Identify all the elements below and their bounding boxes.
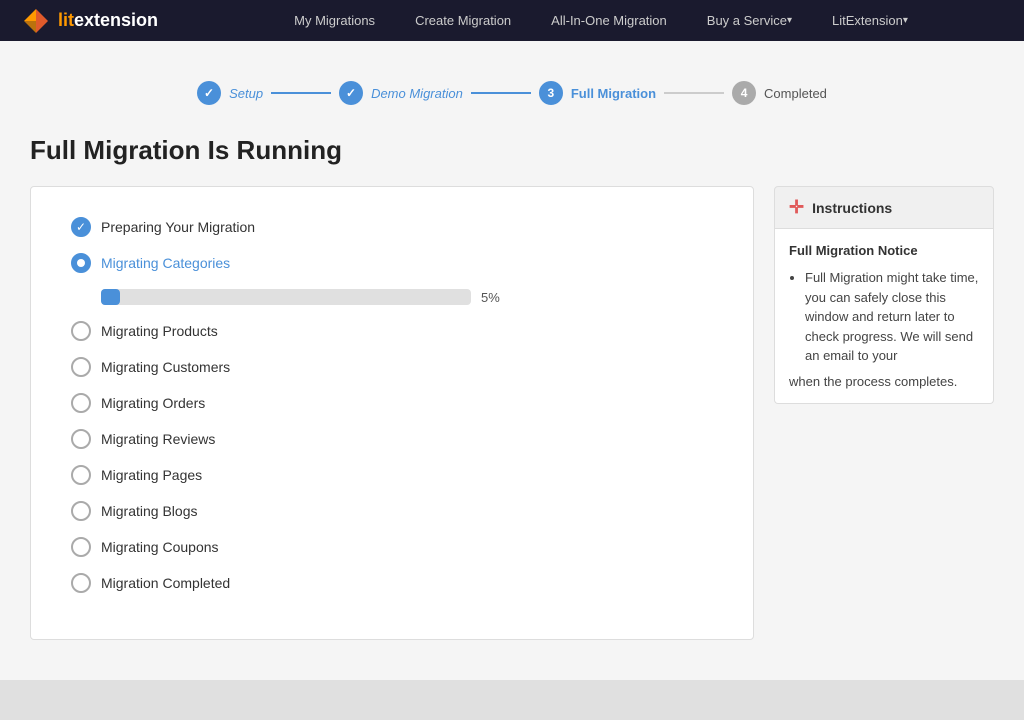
item-customers: Migrating Customers — [71, 357, 713, 377]
step-completed: 4 Completed — [732, 81, 827, 105]
radio-blogs — [71, 501, 91, 521]
connector-3 — [664, 92, 724, 94]
item-preparing: ✓ Preparing Your Migration — [71, 217, 713, 237]
label-orders: Migrating Orders — [101, 395, 205, 411]
step-label-demo: Demo Migration — [371, 86, 463, 101]
step-label-completed: Completed — [764, 86, 827, 101]
instructions-icon: ✛ — [789, 197, 804, 218]
item-categories: Migrating Categories — [71, 253, 713, 273]
step-circle-completed: 4 — [732, 81, 756, 105]
label-products: Migrating Products — [101, 323, 218, 339]
radio-migration-completed — [71, 573, 91, 593]
item-blogs: Migrating Blogs — [71, 501, 713, 521]
content-layout: ✓ Preparing Your Migration Migrating Cat… — [30, 186, 994, 640]
instructions-header: ✛ Instructions — [774, 186, 994, 229]
check-preparing: ✓ — [71, 217, 91, 237]
step-setup: ✓ Setup — [197, 81, 263, 105]
step-label-full: Full Migration — [571, 86, 656, 101]
label-blogs: Migrating Blogs — [101, 503, 198, 519]
step-circle-setup: ✓ — [197, 81, 221, 105]
migration-card: ✓ Preparing Your Migration Migrating Cat… — [30, 186, 754, 640]
navbar: litextension My Migrations Create Migrat… — [0, 0, 1024, 41]
radio-reviews — [71, 429, 91, 449]
nav-all-in-one[interactable]: All-In-One Migration — [531, 0, 687, 41]
radio-customers — [71, 357, 91, 377]
step-label-setup: Setup — [229, 86, 263, 101]
label-reviews: Migrating Reviews — [101, 431, 215, 447]
label-pages: Migrating Pages — [101, 467, 202, 483]
nav-buy-service[interactable]: Buy a Service — [687, 0, 812, 41]
logo-text: litextension — [58, 10, 158, 31]
radio-orders — [71, 393, 91, 413]
progress-container: 5% — [101, 289, 713, 305]
progress-bar-wrapper — [101, 289, 471, 305]
radio-categories — [71, 253, 91, 273]
bottom-bar — [0, 680, 1024, 720]
main-content: ✓ Setup ✓ Demo Migration 3 Full Migratio… — [0, 41, 1024, 660]
progress-bar-fill — [101, 289, 120, 305]
item-pages: Migrating Pages — [71, 465, 713, 485]
step-demo: ✓ Demo Migration — [339, 81, 463, 105]
logo[interactable]: litextension — [20, 5, 158, 37]
step-full: 3 Full Migration — [539, 81, 656, 105]
stepper: ✓ Setup ✓ Demo Migration 3 Full Migratio… — [30, 61, 994, 135]
progress-text: 5% — [481, 290, 511, 305]
instructions-title: Instructions — [812, 200, 892, 216]
label-migration-completed: Migration Completed — [101, 575, 230, 591]
label-customers: Migrating Customers — [101, 359, 230, 375]
nav-create-migration[interactable]: Create Migration — [395, 0, 531, 41]
item-products: Migrating Products — [71, 321, 713, 341]
label-coupons: Migrating Coupons — [101, 539, 219, 555]
radio-products — [71, 321, 91, 341]
radio-pages — [71, 465, 91, 485]
label-preparing: Preparing Your Migration — [101, 219, 255, 235]
page-title: Full Migration Is Running — [30, 135, 994, 166]
connector-1 — [271, 92, 331, 94]
step-circle-full: 3 — [539, 81, 563, 105]
label-categories: Migrating Categories — [101, 255, 230, 271]
logo-icon — [20, 5, 52, 37]
nav-my-migrations[interactable]: My Migrations — [274, 0, 395, 41]
connector-2 — [471, 92, 531, 94]
radio-coupons — [71, 537, 91, 557]
nav-litextension[interactable]: LitExtension — [812, 0, 928, 41]
item-orders: Migrating Orders — [71, 393, 713, 413]
instructions-body: Full Migration Notice Full Migration mig… — [774, 229, 994, 404]
item-migration-completed: Migration Completed — [71, 573, 713, 593]
navbar-links: My Migrations Create Migration All-In-On… — [198, 0, 1004, 41]
instructions-panel: ✛ Instructions Full Migration Notice Ful… — [774, 186, 994, 404]
instructions-notice-body2: when the process completes. — [789, 374, 979, 389]
item-coupons: Migrating Coupons — [71, 537, 713, 557]
step-circle-demo: ✓ — [339, 81, 363, 105]
instructions-notice-body: Full Migration might take time, you can … — [805, 270, 978, 363]
item-reviews: Migrating Reviews — [71, 429, 713, 449]
instructions-notice-title: Full Migration Notice — [789, 243, 979, 258]
